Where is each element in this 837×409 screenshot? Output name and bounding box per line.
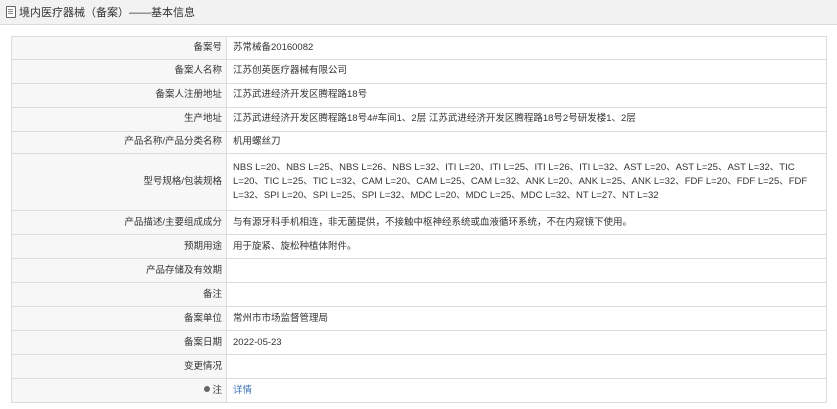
- row-value-registered-address: 江苏武进经济开发区腾程路18号: [226, 82, 827, 108]
- row-label-model-spec: 型号规格/包装规格: [11, 153, 227, 211]
- table-row: 产品描述/主要组成成分 与有源牙科手机相连，非无菌提供，不接触中枢神经系统或血液…: [11, 210, 827, 235]
- row-value-production-address: 江苏武进经济开发区腾程路18号4#车间1、2层 江苏武进经济开发区腾程路18号2…: [226, 106, 827, 132]
- table-row: 生产地址 江苏武进经济开发区腾程路18号4#车间1、2层 江苏武进经济开发区腾程…: [11, 106, 827, 132]
- row-label-remarks: 备注: [11, 282, 227, 307]
- row-value-note: 详情: [226, 378, 827, 403]
- details-link[interactable]: 详情: [233, 385, 252, 396]
- row-value-filing-date: 2022-05-23: [226, 330, 827, 355]
- row-label-change-status: 变更情况: [11, 354, 227, 379]
- row-value-model-spec: NBS L=20、NBS L=25、NBS L=26、NBS L=32、ITI …: [226, 153, 827, 211]
- row-label-record-number: 备案号: [11, 36, 227, 60]
- table-row: 备案日期 2022-05-23: [11, 330, 827, 355]
- row-label-intended-use: 预期用途: [11, 234, 227, 259]
- pin-icon: [204, 385, 211, 392]
- row-value-applicant-name: 江苏创英医疗器械有限公司: [226, 58, 827, 84]
- row-value-product-name: 机用螺丝刀: [226, 130, 827, 154]
- document-icon: [6, 6, 16, 18]
- table-row: 产品名称/产品分类名称 机用螺丝刀: [11, 130, 827, 154]
- row-label-applicant-name: 备案人名称: [11, 58, 227, 84]
- row-value-record-number: 苏常械备20160082: [226, 36, 827, 60]
- row-label-production-address: 生产地址: [11, 106, 227, 132]
- row-label-storage-validity: 产品存储及有效期: [11, 258, 227, 283]
- info-table: 备案号 苏常械备20160082 备案人名称 江苏创英医疗器械有限公司 备案人注…: [11, 36, 827, 403]
- row-value-intended-use: 用于旋紧、旋松种植体附件。: [226, 234, 827, 259]
- row-label-note-text: 注: [212, 384, 222, 396]
- table-row: 备案单位 常州市市场监督管理局: [11, 306, 827, 331]
- table-row: 备案人注册地址 江苏武进经济开发区腾程路18号: [11, 82, 827, 108]
- row-value-product-description: 与有源牙科手机相连，非无菌提供，不接触中枢神经系统或血液循环系统，不在内窥镜下使…: [226, 210, 827, 235]
- table-row: 变更情况: [11, 354, 827, 379]
- row-label-filing-authority: 备案单位: [11, 306, 227, 331]
- row-label-filing-date: 备案日期: [11, 330, 227, 355]
- info-table-container: 备案号 苏常械备20160082 备案人名称 江苏创英医疗器械有限公司 备案人注…: [11, 36, 827, 403]
- table-row: 备案人名称 江苏创英医疗器械有限公司: [11, 58, 827, 84]
- table-row: 型号规格/包装规格 NBS L=20、NBS L=25、NBS L=26、NBS…: [11, 153, 827, 211]
- row-label-registered-address: 备案人注册地址: [11, 82, 227, 108]
- row-label-note: 注: [11, 378, 227, 403]
- page-title: 境内医疗器械（备案）——基本信息: [19, 7, 195, 19]
- page-header: 境内医疗器械（备案）——基本信息: [0, 0, 837, 25]
- table-row: 备案号 苏常械备20160082: [11, 36, 827, 60]
- row-value-storage-validity: [226, 258, 827, 283]
- row-label-product-description: 产品描述/主要组成成分: [11, 210, 227, 235]
- row-value-filing-authority: 常州市市场监督管理局: [226, 306, 827, 331]
- row-label-product-name: 产品名称/产品分类名称: [11, 130, 227, 154]
- row-value-remarks: [226, 282, 827, 307]
- table-row: 注 详情: [11, 378, 827, 403]
- row-value-change-status: [226, 354, 827, 379]
- table-row: 预期用途 用于旋紧、旋松种植体附件。: [11, 234, 827, 259]
- table-row: 备注: [11, 282, 827, 307]
- table-row: 产品存储及有效期: [11, 258, 827, 283]
